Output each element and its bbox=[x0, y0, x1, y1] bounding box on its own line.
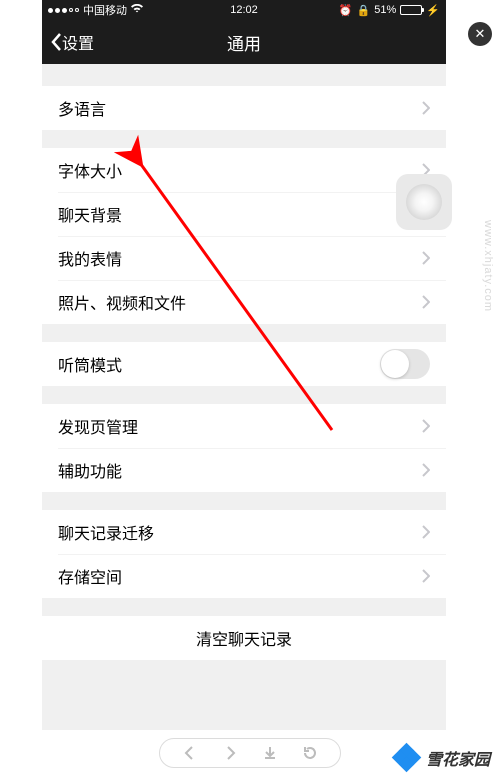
group-discover: 发现页管理 辅助功能 bbox=[42, 404, 446, 492]
chevron-right-icon bbox=[422, 101, 430, 115]
carrier-label: 中国移动 bbox=[83, 2, 127, 18]
page-title: 通用 bbox=[227, 30, 261, 55]
cell-label: 存储空间 bbox=[58, 564, 122, 588]
cell-discover-management[interactable]: 发现页管理 bbox=[42, 404, 446, 448]
alarm-icon: ⏰ bbox=[339, 4, 353, 17]
cell-label: 多语言 bbox=[58, 96, 106, 120]
cell-font-size[interactable]: 字体大小 bbox=[42, 148, 446, 192]
cell-label: 发现页管理 bbox=[58, 414, 138, 438]
chevron-right-icon bbox=[422, 463, 430, 477]
cell-chat-background[interactable]: 聊天背景 bbox=[42, 192, 446, 236]
snowflake-logo-icon bbox=[394, 745, 420, 771]
cell-label: 我的表情 bbox=[58, 246, 122, 270]
cell-label: 照片、视频和文件 bbox=[58, 290, 186, 314]
charging-icon: ⚡ bbox=[426, 4, 440, 17]
cell-photos-videos-files[interactable]: 照片、视频和文件 bbox=[42, 280, 446, 324]
chevron-right-icon bbox=[422, 251, 430, 265]
cell-chat-migration[interactable]: 聊天记录迁移 bbox=[42, 510, 446, 554]
cell-label: 辅助功能 bbox=[58, 458, 122, 482]
cell-storage-space[interactable]: 存储空间 bbox=[42, 554, 446, 598]
assistive-touch-icon bbox=[406, 184, 442, 220]
group-clear: 清空聊天记录 bbox=[42, 616, 446, 660]
close-icon[interactable]: ✕ bbox=[468, 22, 492, 46]
cell-label: 听筒模式 bbox=[58, 352, 122, 376]
group-appearance: 字体大小 聊天背景 我的表情 照片、视频和文件 bbox=[42, 148, 446, 324]
phone-screenshot: 中国移动 12:02 ⏰ 🔒 51% ⚡ 设置 通用 多语言 bbox=[42, 0, 446, 730]
wifi-icon bbox=[131, 4, 143, 17]
watermark-brand: 雪花家园 bbox=[394, 745, 490, 771]
group-earpiece: 听筒模式 bbox=[42, 342, 446, 386]
battery-pct-label: 51% bbox=[374, 4, 396, 16]
cell-accessibility[interactable]: 辅助功能 bbox=[42, 448, 446, 492]
group-language: 多语言 bbox=[42, 86, 446, 130]
cell-clear-chat-history[interactable]: 清空聊天记录 bbox=[42, 616, 446, 660]
chevron-right-icon bbox=[422, 295, 430, 309]
chevron-right-icon bbox=[422, 525, 430, 539]
signal-dots-icon bbox=[48, 8, 79, 13]
battery-icon bbox=[400, 5, 422, 15]
next-icon[interactable] bbox=[222, 745, 238, 761]
cell-my-stickers[interactable]: 我的表情 bbox=[42, 236, 446, 280]
lock-icon: 🔒 bbox=[357, 4, 371, 17]
cell-label: 聊天背景 bbox=[58, 202, 122, 226]
cell-label: 清空聊天记录 bbox=[196, 626, 292, 650]
watermark-brand-text: 雪花家园 bbox=[426, 746, 490, 770]
chevron-right-icon bbox=[422, 419, 430, 433]
settings-list: 多语言 字体大小 聊天背景 我的表情 照片、视频和文件 bbox=[42, 86, 446, 660]
nav-bar: 设置 通用 bbox=[42, 20, 446, 64]
chevron-left-icon bbox=[50, 32, 62, 52]
group-storage: 聊天记录迁移 存储空间 bbox=[42, 510, 446, 598]
back-label: 设置 bbox=[62, 30, 94, 54]
prev-icon[interactable] bbox=[182, 745, 198, 761]
earpiece-toggle[interactable] bbox=[380, 349, 430, 379]
rotate-icon[interactable] bbox=[302, 745, 318, 761]
download-icon[interactable] bbox=[262, 745, 278, 761]
assistive-touch-button[interactable] bbox=[396, 174, 452, 230]
clock-label: 12:02 bbox=[230, 4, 258, 16]
back-button[interactable]: 设置 bbox=[42, 30, 94, 54]
status-bar: 中国移动 12:02 ⏰ 🔒 51% ⚡ bbox=[42, 0, 446, 20]
cell-label: 聊天记录迁移 bbox=[58, 520, 154, 544]
cell-earpiece-mode: 听筒模式 bbox=[42, 342, 446, 386]
chevron-right-icon bbox=[422, 569, 430, 583]
cell-multilanguage[interactable]: 多语言 bbox=[42, 86, 446, 130]
watermark-url: www.xhjaty.com bbox=[482, 220, 494, 312]
cell-label: 字体大小 bbox=[58, 158, 122, 182]
